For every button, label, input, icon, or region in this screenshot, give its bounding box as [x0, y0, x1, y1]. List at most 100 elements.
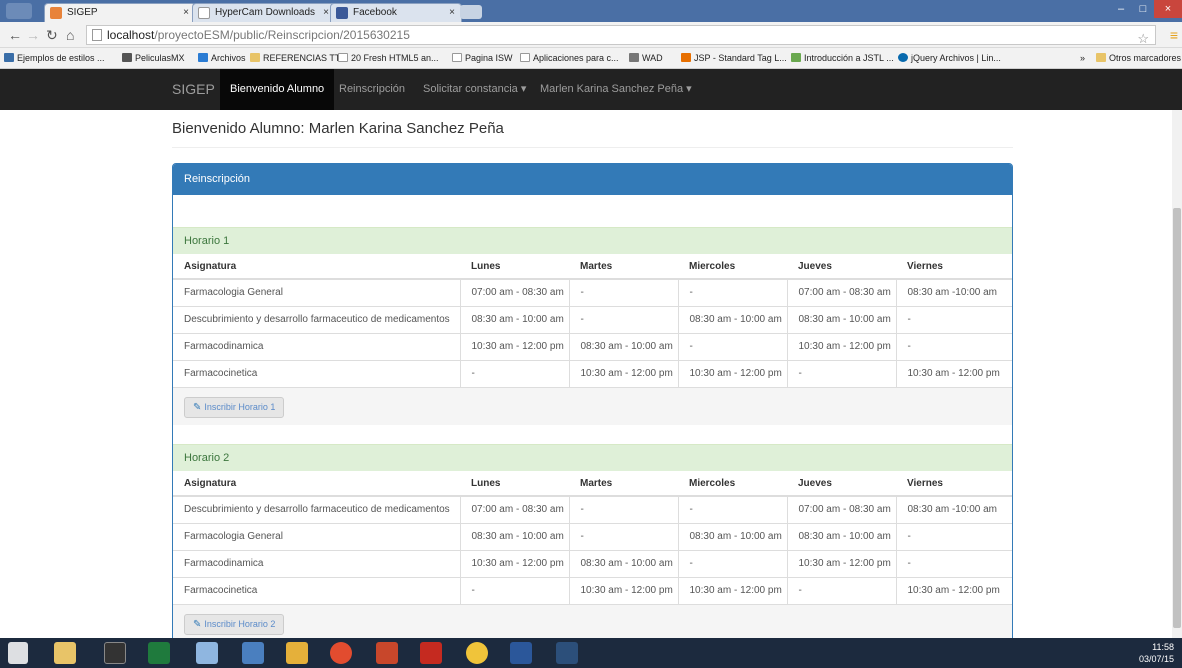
table-cell: -	[895, 549, 1012, 577]
table-cell: -	[568, 305, 678, 333]
schedule-heading: Horario 1	[173, 227, 1012, 254]
table-cell: 10:30 am - 12:00 pm	[895, 359, 1012, 387]
excel-icon[interactable]	[148, 642, 170, 664]
table-row: Descubrimiento y desarrollo farmaceutico…	[173, 305, 1012, 333]
acrobat-icon[interactable]	[420, 642, 442, 664]
bookmark-favicon-icon	[629, 53, 639, 62]
table-row: Farmacodinamica 10:30 am - 12:00 pm 08:3…	[173, 332, 1012, 360]
system-clock[interactable]: 11:58 03/07/15	[1139, 641, 1174, 665]
inscribir-horario-1-button[interactable]: ✎ Inscribir Horario 1	[184, 397, 285, 418]
sublime-text-icon[interactable]	[286, 642, 308, 664]
other-bookmarks-folder[interactable]: Otros marcadores	[1096, 52, 1181, 65]
table-cell: 08:30 am - 10:00 am	[459, 522, 569, 550]
table-cell: 10:30 am - 12:00 pm	[459, 549, 569, 577]
reload-icon[interactable]: ↻	[46, 27, 58, 43]
maximize-icon[interactable]: □	[1132, 0, 1154, 18]
facebook-favicon-icon	[336, 7, 348, 19]
bookmarks-overflow-icon[interactable]: »	[1080, 52, 1085, 65]
minimize-icon[interactable]: –	[1110, 0, 1132, 18]
tab-close-icon[interactable]: ×	[183, 4, 189, 21]
url-input[interactable]: localhost/proyectoESM/public/Reinscripci…	[86, 25, 1156, 48]
powerpoint-icon[interactable]	[376, 642, 398, 664]
media-player-icon[interactable]	[556, 642, 578, 664]
bookmark-item[interactable]: PeliculasMX	[122, 52, 185, 65]
column-header: Jueves	[787, 254, 896, 280]
table-cell: Farmacocinetica	[173, 359, 460, 387]
column-header: Lunes	[460, 471, 569, 497]
back-icon[interactable]: ←	[8, 27, 22, 43]
schedule-table: Asignatura Lunes Martes Miercoles Jueves…	[173, 254, 1012, 387]
table-cell: Farmacologia General	[173, 278, 460, 306]
page-icon	[520, 53, 530, 62]
table-row: Farmacologia General 07:00 am - 08:30 am…	[173, 278, 1012, 306]
page-icon	[338, 53, 348, 62]
table-row: Farmacodinamica 10:30 am - 12:00 pm 08:3…	[173, 549, 1012, 577]
bookmark-folder[interactable]: REFERENCIAS TT	[250, 52, 340, 65]
table-cell: -	[568, 495, 678, 523]
column-header: Miercoles	[678, 471, 787, 497]
table-cell: 08:30 am - 10:00 am	[677, 522, 787, 550]
bookmark-item[interactable]: Archivos	[198, 52, 246, 65]
tab-close-icon[interactable]: ×	[449, 4, 455, 21]
nav-bienvenido-alumno[interactable]: Bienvenido Alumno	[220, 69, 335, 110]
page-scrollbar[interactable]	[1172, 110, 1182, 638]
bookmark-item[interactable]: Introducción a JSTL ...	[791, 52, 894, 65]
bookmark-favicon-icon	[791, 53, 801, 62]
home-icon[interactable]: ⌂	[66, 27, 74, 43]
navbar-brand[interactable]: SIGEP	[172, 69, 215, 110]
table-row: Descubrimiento y desarrollo farmaceutico…	[173, 495, 1012, 523]
forward-icon[interactable]: →	[26, 27, 40, 43]
schedule-actions: ✎ Inscribir Horario 2	[173, 604, 1012, 638]
close-window-icon[interactable]: ×	[1154, 0, 1182, 18]
email-icon[interactable]	[242, 642, 264, 664]
nav-solicitar-constancia[interactable]: Solicitar constancia ▾	[423, 69, 526, 110]
command-prompt-icon[interactable]	[104, 642, 126, 664]
table-cell: 08:30 am - 10:00 am	[568, 549, 678, 577]
bookmark-item[interactable]: WAD	[629, 52, 663, 65]
table-cell: -	[677, 495, 787, 523]
jquery-icon	[898, 53, 908, 62]
site-navbar: SIGEP Bienvenido Alumno Reinscripción So…	[0, 69, 1182, 110]
new-tab-button[interactable]	[460, 5, 482, 19]
file-explorer-icon[interactable]	[54, 642, 76, 664]
table-header-row: Asignatura Lunes Martes Miercoles Jueves…	[173, 471, 1012, 497]
pencil-icon: ✎	[193, 402, 202, 413]
folder-icon	[250, 53, 260, 62]
tab-hypercam[interactable]: HyperCam Downloads ×	[192, 3, 336, 22]
table-cell: 10:30 am - 12:00 pm	[786, 549, 896, 577]
word-icon[interactable]	[510, 642, 532, 664]
table-cell: 10:30 am - 12:00 pm	[677, 359, 787, 387]
bookmark-item[interactable]: 20 Fresh HTML5 an...	[338, 52, 439, 65]
page-content: Bienvenido Alumno: Marlen Karina Sanchez…	[0, 110, 1182, 638]
virtualbox-icon[interactable]	[196, 642, 218, 664]
table-cell: 07:00 am - 08:30 am	[459, 495, 569, 523]
messenger-icon[interactable]	[466, 642, 488, 664]
bookmark-item[interactable]: jQuery Archivos | Lin...	[898, 52, 1001, 65]
tab-facebook[interactable]: Facebook ×	[330, 3, 462, 22]
chrome-icon[interactable]	[330, 642, 352, 664]
scrollbar-thumb[interactable]	[1173, 208, 1181, 628]
nav-reinscripcion[interactable]: Reinscripción	[339, 69, 405, 110]
schedule-block-1: Horario 1 Asignatura Lunes Martes Mierco…	[173, 227, 1012, 425]
bookmark-item[interactable]: JSP - Standard Tag L...	[681, 52, 787, 65]
table-cell: -	[677, 549, 787, 577]
bookmarks-bar: Ejemplos de estilos ... PeliculasMX Arch…	[0, 48, 1182, 69]
page-icon	[92, 29, 102, 41]
bookmark-star-icon[interactable]: ☆	[1137, 30, 1149, 48]
nav-user-menu[interactable]: Marlen Karina Sanchez Peña ▾	[540, 69, 692, 110]
browser-user-icon[interactable]	[6, 3, 32, 19]
column-header: Lunes	[460, 254, 569, 280]
browser-menu-icon[interactable]: ≡	[1170, 27, 1178, 43]
table-cell: 08:30 am - 10:00 am	[786, 305, 896, 333]
inscribir-horario-2-button[interactable]: ✎ Inscribir Horario 2	[184, 614, 285, 635]
schedule-actions: ✎ Inscribir Horario 1	[173, 387, 1012, 425]
tab-close-icon[interactable]: ×	[323, 4, 329, 21]
column-header: Martes	[569, 471, 678, 497]
bookmark-item[interactable]: Aplicaciones para c...	[520, 52, 619, 65]
bookmark-item[interactable]: Pagina ISW	[452, 52, 513, 65]
table-cell: -	[459, 576, 569, 604]
bookmark-item[interactable]: Ejemplos de estilos ...	[4, 52, 105, 65]
tab-sigep[interactable]: SIGEP ×	[44, 3, 196, 22]
windows-start-icon[interactable]	[8, 642, 28, 664]
table-cell: 08:30 am - 10:00 am	[568, 332, 678, 360]
